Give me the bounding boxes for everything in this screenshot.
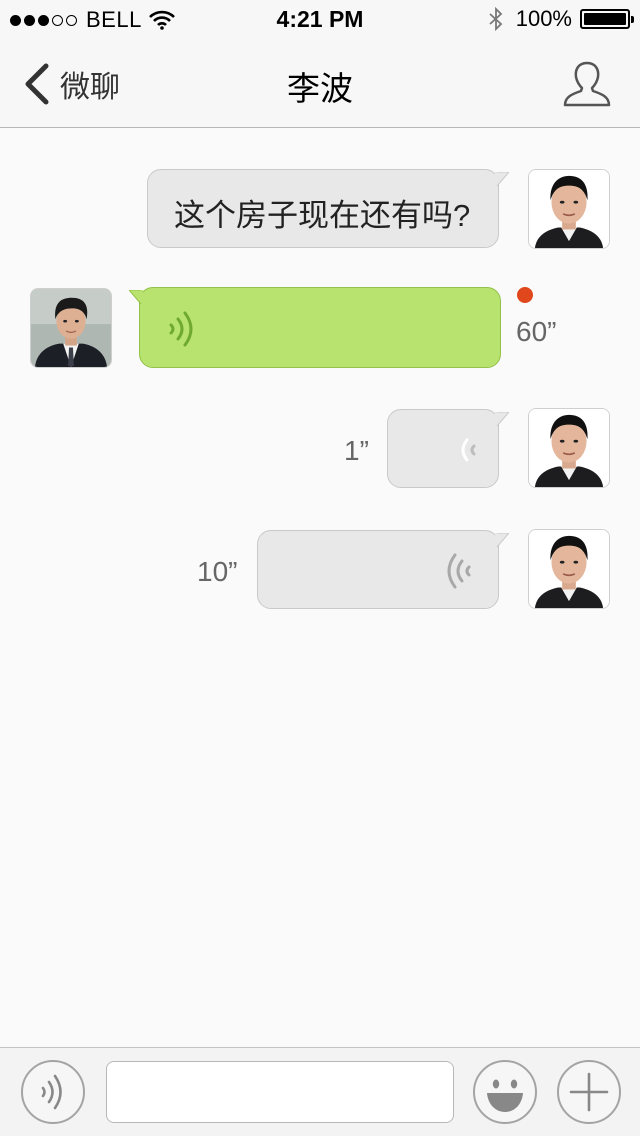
status-bar: BELL 4:21 PM 100% [0,0,640,40]
plus-icon [569,1072,609,1112]
outgoing-voice-bubble[interactable] [387,409,509,488]
voice-wave-icon [169,311,193,347]
contact-profile-button[interactable] [562,60,612,108]
self-avatar[interactable] [528,529,610,609]
battery-icon [580,9,634,29]
battery-percentage: 100% [515,6,572,31]
navigation-bar: 微聊 李波 [0,40,640,128]
back-button[interactable]: 微聊 [22,62,120,106]
voice-duration: 60” [516,316,557,347]
outgoing-voice-bubble[interactable] [257,530,509,609]
person-outline-icon [563,61,611,107]
bubble-tail [495,172,509,188]
voice-duration: 1” [344,435,369,466]
bubble-tail [495,412,509,428]
status-right: 100% [488,6,634,32]
incoming-voice-bubble[interactable] [129,287,501,368]
bubble-tail [495,533,509,549]
man-portrait-avatar [529,530,609,608]
contact-avatar[interactable] [30,288,112,368]
chevron-left-icon [25,63,49,105]
self-avatar[interactable] [528,408,610,488]
emoji-button[interactable] [473,1060,537,1124]
chat-message-list[interactable]: 这个房子现在还有吗? 60” 1” 10” [0,129,640,1047]
voice-duration: 10” [197,556,238,587]
bluetooth-icon [489,7,503,31]
self-avatar[interactable] [528,169,610,249]
young-man-portrait-avatar [31,289,111,367]
unread-indicator [517,287,533,303]
voice-input-button[interactable] [21,1060,85,1124]
message-text: 这个房子现在还有吗? [174,198,471,233]
bubble-tail [129,290,143,306]
message-text-input[interactable] [106,1061,454,1123]
voice-wave-partial-icon [461,438,476,462]
man-portrait-avatar [529,170,609,248]
outgoing-text-bubble[interactable]: 这个房子现在还有吗? [147,169,509,248]
voice-wave-icon [41,1074,62,1110]
message-input-bar [0,1047,640,1136]
back-label: 微聊 [60,71,120,104]
more-options-button[interactable] [557,1060,621,1124]
voice-wave-icon [447,553,471,589]
man-portrait-avatar [529,409,609,487]
smiley-icon [487,1079,523,1112]
